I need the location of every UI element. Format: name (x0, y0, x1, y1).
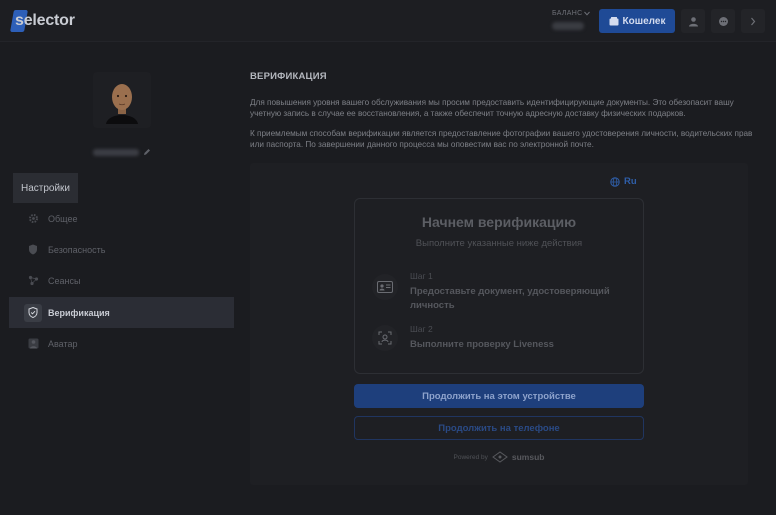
methods-paragraph: К приемлемым способам верификации являет… (250, 129, 753, 149)
expand-button[interactable] (741, 9, 765, 33)
balance-widget[interactable]: БАЛАНС (552, 10, 592, 30)
language-label: Ru (624, 176, 637, 187)
shield-icon (24, 241, 42, 259)
avatar-illustration (93, 72, 151, 128)
chevron-down-icon (584, 11, 591, 16)
top-header: selector БАЛАНС Кошелек (0, 0, 776, 42)
language-selector[interactable]: Ru (610, 176, 637, 187)
verification-subtitle: Выполните указанные ниже действия (415, 238, 583, 249)
settings-tab-label: Настройки (20, 182, 71, 194)
sidebar-item-security[interactable]: Безопасность (9, 234, 234, 265)
step-1-text: Предоставьте документ, удостоверяющий ли… (410, 286, 610, 311)
face-scan-icon (372, 325, 398, 351)
profile-name (93, 147, 151, 157)
step-2-text: Выполните проверку Liveness (410, 339, 554, 350)
balance-value-hidden (552, 22, 584, 30)
wallet-icon (609, 16, 619, 25)
chat-icon (718, 16, 728, 26)
wallet-button[interactable]: Кошелек (599, 9, 675, 33)
sidebar-item-label: Аватар (48, 338, 78, 349)
powered-by-brand: sumsub (511, 452, 545, 462)
chevron-right-icon (751, 17, 756, 25)
id-card-icon (372, 274, 398, 300)
sidebar-item-general[interactable]: Общее (9, 203, 234, 234)
continue-on-device-button[interactable]: Продолжить на этом устройстве (354, 384, 644, 408)
sidebar-item-avatar[interactable]: Аватар (9, 328, 234, 359)
user-icon (688, 16, 698, 26)
balance-label-text: БАЛАНС (552, 10, 583, 17)
step-1-label: Шаг 1 (410, 271, 433, 281)
sidebar-item-sessions[interactable]: Сеансы (9, 265, 234, 296)
continue-on-phone-label: Продолжить на телефоне (438, 422, 560, 434)
sidebar-item-label: Сеансы (48, 275, 81, 286)
profile-avatar[interactable] (93, 72, 151, 128)
sidebar-item-label: Безопасность (48, 244, 106, 255)
intro-paragraph: Для повышения уровня вашего обслуживания… (250, 98, 734, 118)
powered-by-text: Powered by (453, 453, 488, 461)
verified-shield-icon (24, 303, 42, 322)
sidebar-item-label: Верификация (48, 307, 110, 318)
continue-on-device-label: Продолжить на этом устройстве (422, 390, 576, 402)
settings-tab[interactable]: Настройки (13, 173, 78, 203)
balance-label: БАЛАНС (552, 10, 592, 17)
profile-name-hidden (93, 148, 139, 156)
wallet-label: Кошелек (622, 15, 666, 27)
globe-icon (610, 176, 620, 187)
sidebar-item-label: Общее (48, 213, 78, 224)
logo[interactable]: selector (10, 10, 75, 32)
sidebar-item-verification[interactable]: Верификация (9, 297, 234, 328)
logo-text: selector (15, 12, 75, 29)
pencil-icon[interactable] (143, 148, 151, 156)
profile-button[interactable] (681, 9, 705, 33)
verification-title: Начнем верификацию (421, 214, 577, 230)
gear-icon (24, 210, 42, 228)
sumsub-logo-icon (491, 451, 508, 463)
continue-on-phone-button[interactable]: Продолжить на телефоне (354, 416, 644, 440)
sessions-icon (24, 272, 42, 290)
page-title: ВЕРИФИКАЦИЯ (250, 71, 327, 82)
powered-by: Powered by sumsub (354, 451, 644, 463)
chat-button[interactable] (711, 9, 735, 33)
avatar-icon (24, 335, 42, 353)
step-2-label: Шаг 2 (410, 324, 433, 334)
